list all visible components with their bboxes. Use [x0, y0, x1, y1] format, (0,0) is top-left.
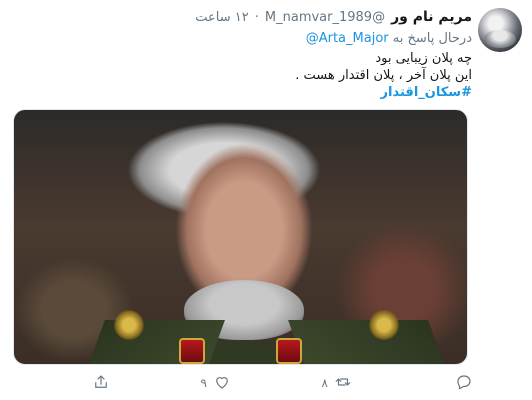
reply-prefix: درحال پاسخ به [392, 31, 472, 46]
like-button[interactable]: ۹ [199, 373, 231, 394]
tweet-actions: ۸ ۹ [78, 372, 473, 394]
like-count: ۹ [200, 376, 207, 390]
reply-button[interactable] [441, 373, 473, 394]
reply-icon [455, 373, 473, 394]
photo-detail [114, 310, 144, 340]
author-handle[interactable]: @M_namvar_1989 [265, 10, 385, 25]
reply-context: درحال پاسخ به @Arta_Major [306, 31, 472, 46]
photo-detail [276, 338, 302, 364]
tweet-line: چه پلان زیبایی بود [375, 51, 472, 66]
like-icon [213, 373, 231, 394]
reply-mention-link[interactable]: @Arta_Major [306, 31, 389, 46]
photo-detail [179, 338, 205, 364]
photo-detail [369, 310, 399, 340]
author-name[interactable]: مریم نام ور [391, 9, 472, 25]
retweet-button[interactable]: ۸ [320, 373, 352, 394]
separator-dot: · [254, 10, 259, 25]
tweet-header: مریم نام ور @M_namvar_1989 · ۱۲ ساعت [195, 9, 472, 29]
share-button[interactable] [78, 373, 110, 394]
avatar[interactable] [478, 8, 522, 52]
hashtag-link[interactable]: #سکان_اقتدار [295, 84, 472, 101]
tweet-photo[interactable] [13, 109, 468, 365]
timestamp[interactable]: ۱۲ ساعت [195, 10, 248, 25]
tweet-text: چه پلان زیبایی بود این پلان آخر ، پلان ا… [295, 50, 472, 101]
share-icon [92, 373, 110, 394]
retweet-count: ۸ [321, 376, 328, 390]
retweet-icon [334, 373, 352, 394]
tweet-line: این پلان آخر ، پلان اقتدار هست . [295, 68, 472, 83]
